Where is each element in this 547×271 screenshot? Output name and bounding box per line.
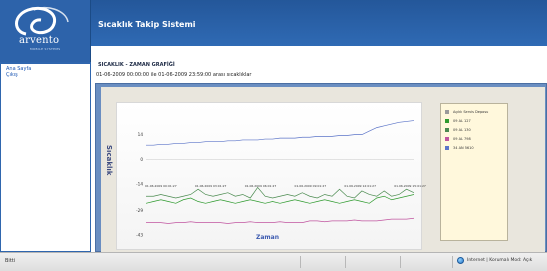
series-line [146,217,415,224]
y-tick-label: -14 [136,181,143,186]
y-axis-label: Sıcaklık [105,145,113,176]
internet-zone-icon [457,257,464,264]
status-text: Bitti [5,258,16,264]
security-zone-text[interactable]: Internet | Korumalı Mod: Açık [467,258,532,263]
status-divider [400,256,401,268]
legend-swatch [445,110,449,114]
app-title: Sıcaklık Takip Sistemi [98,20,196,29]
y-tick-label: 0 [140,157,143,162]
status-divider [345,256,346,268]
status-bar: Bitti Internet | Korumalı Mod: Açık [0,252,547,271]
legend-swatch [445,119,449,123]
logo-text: arvento [19,35,60,46]
legend-item: 34 AN 5610 [445,144,507,152]
x-tick-label: 01.06.2009 03:01:27 [195,184,227,188]
x-tick-label: 01.06.2009 09:01:27 [295,184,327,188]
series-line [146,120,415,146]
legend-label: 09 AL 130 [453,128,471,132]
legend-swatch [445,146,449,150]
logo-subtext: MOBILE SYSTEMS [30,47,61,51]
legend-item: 09 AL 127 [445,117,507,125]
x-axis-label: Zaman [256,234,279,241]
legend-label: 09 AL 127 [453,119,471,123]
chart-panel: 14 0 -14 -29 -43 01.06.2009 00:01:27 01.06.200… [101,87,545,253]
page-subtitle: 01-06-2009 00:00:00 ile 01-06-2009 23:59… [96,72,252,78]
legend-swatch [445,137,449,141]
line-chart: 14 0 -14 -29 -43 01.06.2009 00:01:27 01.06.200… [136,120,426,237]
chart-frame: 14 0 -14 -29 -43 01.06.2009 00:01:27 01.06.200… [95,83,547,253]
y-tick-label: 14 [138,132,144,137]
chart-legend: Açıklı Servis Deposu 09 AL 127 09 AL 130 09… [440,103,508,241]
page-title: SICAKLIK - ZAMAN GRAFİĞİ [98,62,175,68]
y-tick-label: -43 [136,232,143,237]
legend-item: 09 AL 798 [445,135,507,143]
legend-label: Açıklı Servis Deposu [453,110,489,114]
x-tick-label: 01.06.2009 15:01:27 [394,184,426,188]
legend-item: 09 AL 130 [445,126,507,134]
legend-item: Açıklı Servis Deposu [445,108,507,116]
logo[interactable]: arvento MOBILE SYSTEMS [0,0,91,62]
legend-swatch [445,128,449,132]
main-content: SICAKLIK - ZAMAN GRAFİĞİ 01-06-2009 00:0… [92,50,547,253]
y-tick-label: -29 [136,208,143,213]
status-divider [300,256,301,268]
app-window: Sıcaklık Takip Sistemi arvento MOBILE SY… [0,0,547,271]
status-divider [452,256,453,268]
x-tick-label: 01.06.2009 06:01:27 [245,184,277,188]
series-line [146,186,415,199]
legend-label: 09 AL 798 [453,137,471,141]
x-tick-label: 01.06.2009 12:01:27 [344,184,376,188]
sidebar-item-cikis[interactable]: Çıkış [1,72,90,78]
x-tick-label: 01.06.2009 00:01:27 [145,184,177,188]
sidebar: Ana Sayfa Çıkış [0,62,91,252]
legend-label: 34 AN 5610 [453,146,474,150]
